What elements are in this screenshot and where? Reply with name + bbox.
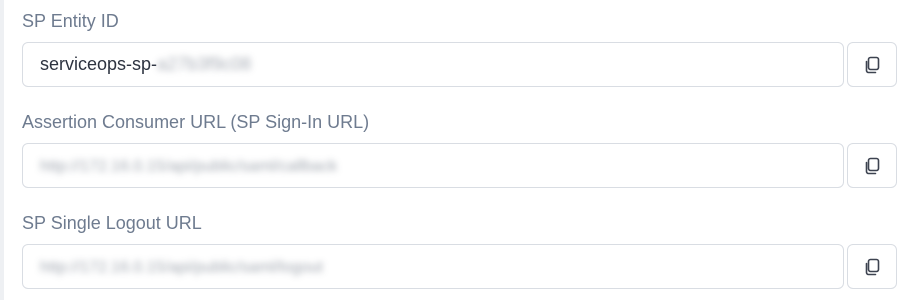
acs-url-row: http://172.16.0.15/api/public/saml/callb… [22, 143, 897, 190]
sp-entity-id-row: serviceops-sp-a27b3f9c08 [22, 42, 897, 89]
copy-icon [865, 258, 880, 275]
copy-slo-url-button[interactable] [847, 244, 897, 289]
copy-sp-entity-id-button[interactable] [847, 42, 897, 87]
slo-url-row: http://172.16.0.15/api/public/saml/logou… [22, 244, 897, 291]
copy-icon [865, 56, 880, 73]
acs-url-field: Assertion Consumer URL (SP Sign-In URL) … [22, 111, 897, 188]
slo-url-label: SP Single Logout URL [22, 213, 202, 233]
copy-acs-url-button[interactable] [847, 143, 897, 188]
acs-url-redacted-value: http://172.16.0.15/api/public/saml/callb… [40, 158, 338, 175]
copy-icon [865, 157, 880, 174]
sp-entity-id-field: SP Entity ID serviceops-sp-a27b3f9c08 [22, 10, 897, 87]
sp-entity-id-label: SP Entity ID [22, 11, 119, 31]
saml-sp-settings-panel: SP Entity ID serviceops-sp-a27b3f9c08 As… [0, 0, 912, 300]
slo-url-input[interactable]: http://172.16.0.15/api/public/saml/logou… [22, 244, 844, 289]
panel-edge [0, 0, 4, 300]
acs-url-label: Assertion Consumer URL (SP Sign-In URL) [22, 112, 370, 132]
slo-url-field: SP Single Logout URL http://172.16.0.15/… [22, 212, 897, 289]
slo-url-redacted-value: http://172.16.0.15/api/public/saml/logou… [40, 259, 323, 276]
sp-entity-id-redacted-value: a27b3f9c08 [157, 54, 252, 74]
acs-url-input[interactable]: http://172.16.0.15/api/public/saml/callb… [22, 143, 844, 188]
sp-entity-id-input[interactable]: serviceops-sp-a27b3f9c08 [22, 42, 844, 87]
sp-entity-id-value: serviceops-sp- [40, 54, 158, 74]
